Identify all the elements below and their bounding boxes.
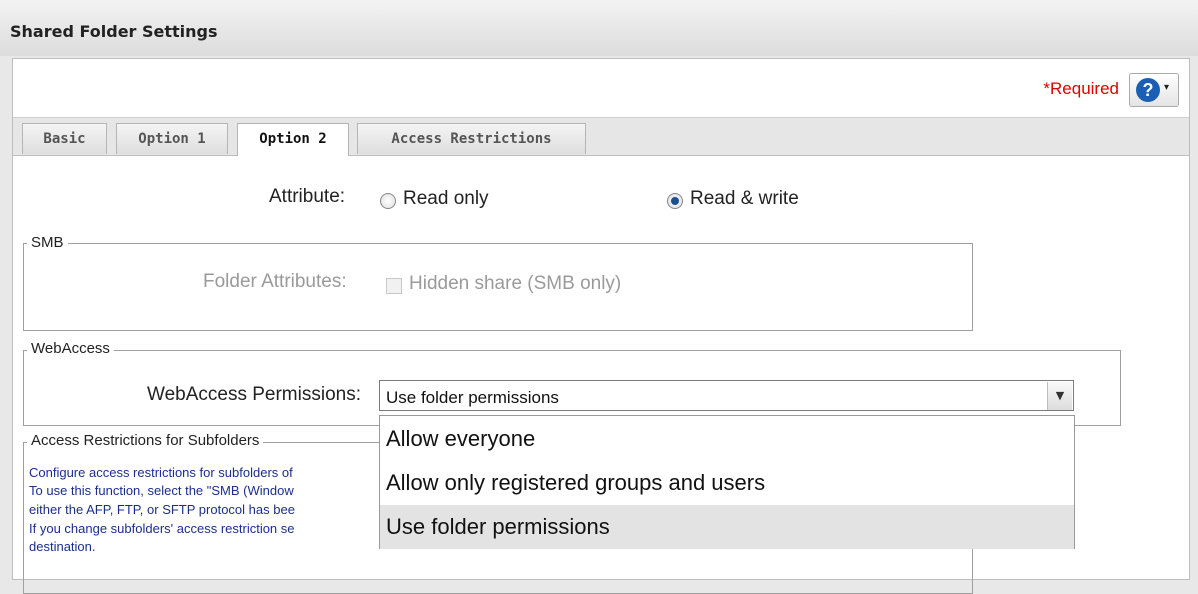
subfolders-description-line: destination. — [29, 539, 96, 554]
read-only-radio[interactable] — [380, 193, 396, 209]
read-only-label[interactable]: Read only — [403, 188, 489, 210]
tab-bar: Basic Option 1 Option 2 Access Restricti… — [13, 117, 1189, 156]
select-value: Use folder permissions — [386, 388, 559, 407]
subfolders-description-line: If you change subfolders' access restric… — [29, 521, 295, 536]
window-title: Shared Folder Settings — [10, 22, 218, 41]
chevron-down-icon: ▾ — [1164, 82, 1170, 93]
smb-legend: SMB — [27, 234, 68, 251]
webaccess-permissions-label: WebAccess Permissions: — [147, 384, 361, 405]
titlebar: Shared Folder Settings — [0, 0, 1198, 56]
webaccess-permissions-select[interactable]: Use folder permissions ▼ — [379, 380, 1074, 411]
tab-option-1[interactable]: Option 1 — [116, 123, 228, 154]
subfolders-description-line: To use this function, select the "SMB (W… — [29, 483, 294, 498]
folder-attributes-label: Folder Attributes: — [203, 271, 347, 292]
option-use-folder-permissions[interactable]: Use folder permissions — [380, 505, 1074, 549]
tab-option-2[interactable]: Option 2 — [237, 123, 349, 156]
settings-panel: *Required ? ▾ Basic Option 1 Option 2 Ac… — [12, 58, 1190, 594]
question-circle-icon: ? — [1136, 78, 1160, 102]
tab-basic[interactable]: Basic — [22, 123, 107, 154]
subfolders-legend: Access Restrictions for Subfolders — [27, 432, 264, 449]
hidden-share-label: Hidden share (SMB only) — [409, 273, 622, 294]
tab-access-restrictions[interactable]: Access Restrictions — [357, 123, 586, 154]
read-write-radio[interactable] — [667, 193, 683, 209]
required-label: *Required — [1043, 79, 1119, 98]
option-allow-registered[interactable]: Allow only registered groups and users — [380, 461, 1074, 505]
webaccess-permissions-dropdown: Allow everyone Allow only registered gro… — [379, 415, 1075, 549]
chevron-down-icon[interactable]: ▼ — [1047, 382, 1072, 410]
subfolders-description-line: either the AFP, FTP, or SFTP protocol ha… — [29, 502, 295, 517]
attribute-label: Attribute: — [269, 186, 346, 207]
help-button[interactable]: ? ▾ — [1129, 73, 1179, 107]
webaccess-legend: WebAccess — [27, 340, 114, 357]
hidden-share-checkbox[interactable] — [386, 278, 402, 294]
option-allow-everyone[interactable]: Allow everyone — [380, 417, 1074, 461]
subfolders-description-line: Configure access restrictions for subfol… — [29, 465, 293, 480]
read-write-label[interactable]: Read & write — [690, 188, 799, 210]
